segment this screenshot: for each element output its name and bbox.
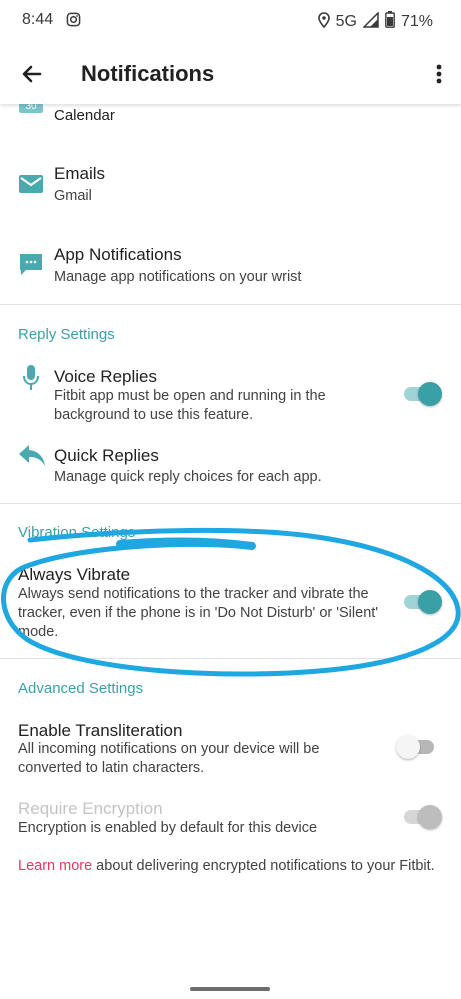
section-header-reply-settings: Reply Settings xyxy=(18,326,115,343)
section-header-advanced-settings: Advanced Settings xyxy=(18,680,144,697)
divider xyxy=(0,658,461,659)
always-vibrate-subtitle: Always send notifications to the tracker… xyxy=(18,586,379,640)
voice-replies-subtitle: Fitbit app must be open and running in t… xyxy=(54,388,326,423)
list-item-emails[interactable]: Emails Gmail xyxy=(0,160,461,210)
status-time: 8:44 xyxy=(22,11,54,28)
voice-replies-title: Voice Replies xyxy=(54,367,158,386)
app-notifications-title: App Notifications xyxy=(54,245,182,264)
page-title: Notifications xyxy=(81,61,215,86)
list-item-require-encryption: Require Encryption Encryption is enabled… xyxy=(0,798,461,840)
emails-title: Emails xyxy=(54,164,106,183)
footer-text: about delivering encrypted notifications… xyxy=(92,858,435,874)
enable-transliteration-title: Enable Transliteration xyxy=(18,721,183,740)
always-vibrate-title: Always Vibrate xyxy=(18,565,131,584)
chat-bubble-icon xyxy=(18,253,44,282)
always-vibrate-toggle[interactable] xyxy=(404,590,442,614)
require-encryption-title: Require Encryption xyxy=(18,799,163,818)
divider xyxy=(0,503,461,504)
learn-more-link[interactable]: Learn more xyxy=(18,858,92,874)
list-item-always-vibrate[interactable]: Always Vibrate Always send notifications… xyxy=(0,565,461,641)
app-notifications-subtitle: Manage app notifications on your wrist xyxy=(54,269,302,285)
battery-icon xyxy=(385,11,395,33)
toggle-thumb xyxy=(418,382,442,406)
voice-replies-toggle[interactable] xyxy=(404,382,442,406)
quick-replies-subtitle: Manage quick reply choices for each app. xyxy=(54,469,322,485)
list-item-app-notifications[interactable]: App Notifications Manage app notificatio… xyxy=(0,241,461,291)
enable-transliteration-subtitle: All incoming notifications on your devic… xyxy=(18,741,320,776)
emails-subtitle: Gmail xyxy=(54,188,92,204)
list-item-voice-replies[interactable]: Voice Replies Fitbit app must be open an… xyxy=(0,365,461,425)
email-icon xyxy=(18,174,44,199)
microphone-icon xyxy=(22,365,40,396)
calendar-title: Calendar xyxy=(54,107,115,124)
location-icon xyxy=(317,11,330,33)
require-encryption-toggle xyxy=(404,805,442,829)
toggle-thumb xyxy=(418,805,442,829)
require-encryption-subtitle: Encryption is enabled by default for thi… xyxy=(18,820,318,836)
annotation-ellipse xyxy=(1,527,461,677)
signal-icon xyxy=(362,10,379,33)
section-header-vibration-settings: Vibration Settings xyxy=(18,524,136,541)
toggle-thumb xyxy=(418,590,442,614)
back-arrow-icon[interactable] xyxy=(18,60,46,88)
app-bar: Notifications xyxy=(0,42,461,104)
more-vert-icon[interactable] xyxy=(433,60,445,88)
network-type: 5G xyxy=(335,13,357,30)
reply-icon xyxy=(18,444,46,473)
enable-transliteration-toggle[interactable] xyxy=(396,735,436,759)
status-bar: 8:44 5G 71% xyxy=(0,0,461,42)
quick-replies-title: Quick Replies xyxy=(54,446,159,465)
divider xyxy=(0,304,461,305)
toggle-thumb xyxy=(396,735,420,759)
list-item-quick-replies[interactable]: Quick Replies Manage quick reply choices… xyxy=(0,444,461,488)
list-item-enable-transliteration[interactable]: Enable Transliteration All incoming noti… xyxy=(0,719,461,779)
instagram-icon xyxy=(66,12,81,32)
gesture-nav-handle[interactable] xyxy=(190,987,270,991)
encryption-footer: Learn more about delivering encrypted no… xyxy=(18,857,443,876)
battery-level: 71% xyxy=(400,13,433,30)
